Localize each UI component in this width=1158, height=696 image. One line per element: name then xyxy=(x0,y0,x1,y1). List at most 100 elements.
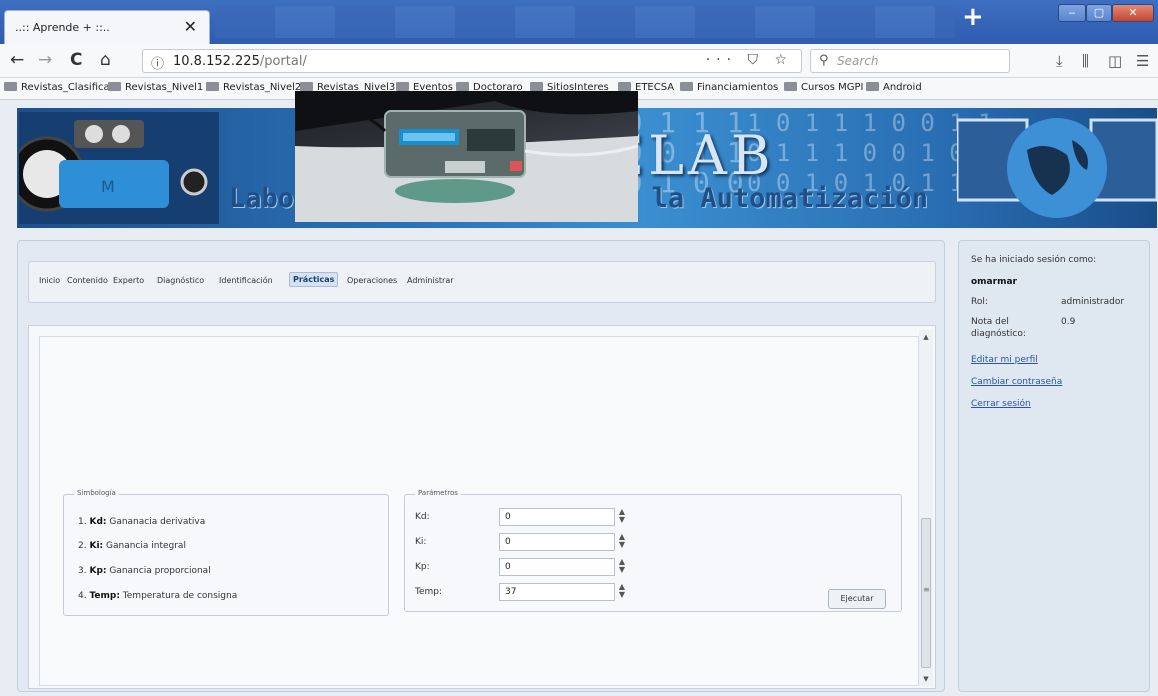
search-icon: ⚲ xyxy=(819,53,829,68)
menu-item-identificacion[interactable]: Identificación xyxy=(219,276,273,285)
menu-item-practicas[interactable]: Prácticas xyxy=(289,272,339,287)
svg-text:M: M xyxy=(101,177,115,196)
param-temp-input[interactable]: 37 xyxy=(499,583,615,601)
device-illustration xyxy=(295,91,638,222)
param-kp-spinner-icon[interactable]: ▲ ▼ xyxy=(617,558,627,576)
menu-item-contenido[interactable]: Contenido xyxy=(67,276,108,285)
forward-arrow-icon[interactable]: → xyxy=(38,50,52,70)
folder-icon xyxy=(618,82,631,91)
library-icon[interactable]: ⫼ xyxy=(1082,52,1089,70)
menu-item-administrar[interactable]: Administrar xyxy=(407,276,454,285)
menu-icon[interactable]: ☰ xyxy=(1136,52,1149,70)
back-arrow-icon[interactable]: ← xyxy=(10,50,24,70)
maximize-window-button[interactable]: ▢ xyxy=(1086,4,1112,22)
minimize-window-button[interactable]: ‒ xyxy=(1058,4,1086,22)
change-password-link[interactable]: Cambiar contraseña xyxy=(971,377,1062,387)
symbol-ki: 2. Ki: Ganancia integral xyxy=(78,541,186,551)
folder-icon xyxy=(396,82,409,91)
url-path: /portal/ xyxy=(259,54,307,69)
symbol-temp: 4. Temp: Temperatura de consigna xyxy=(78,591,238,601)
param-temp-spinner-icon[interactable]: ▲ ▼ xyxy=(617,583,627,601)
grade-label-line2: diagnóstico: xyxy=(971,329,1026,339)
param-kd-value: 0 xyxy=(505,512,511,522)
bookmark-android[interactable]: Android xyxy=(866,82,922,93)
param-kd-label: Kd: xyxy=(415,512,430,522)
scroll-up-arrow-icon[interactable]: ▲ xyxy=(919,330,933,344)
folder-icon xyxy=(108,82,121,91)
param-ki-label: Ki: xyxy=(415,537,427,547)
folder-icon xyxy=(4,82,17,91)
sidebar-icon[interactable]: ◫ xyxy=(1108,52,1122,70)
bookmark-revistas-nivel2[interactable]: Revistas_Nivel2 xyxy=(206,82,301,93)
menu-item-experto[interactable]: Experto xyxy=(113,276,144,285)
folder-icon xyxy=(866,82,879,91)
browser-tab[interactable]: ..:: Aprende + ::.. ✕ xyxy=(4,10,210,44)
param-kd-input[interactable]: 0 xyxy=(499,508,615,526)
ejecutar-button[interactable]: Ejecutar xyxy=(828,589,886,609)
tab-strip-background xyxy=(215,6,955,38)
param-kp-label: Kp: xyxy=(415,562,430,572)
bookmark-cursos-mgpi[interactable]: Cursos MGPI xyxy=(784,82,864,93)
home-icon[interactable]: ⌂ xyxy=(100,50,111,70)
menu-item-diagnostico[interactable]: Diagnóstico xyxy=(157,276,204,285)
new-tab-icon[interactable]: + xyxy=(962,2,984,32)
main-menu: Inicio Contenido Experto Diagnóstico Ide… xyxy=(28,261,936,303)
param-ki-input[interactable]: 0 xyxy=(499,533,615,551)
param-kp-input[interactable]: 0 xyxy=(499,558,615,576)
page-actions-icons[interactable]: ··· ⛉ ☆ xyxy=(706,52,793,68)
search-input[interactable]: ⚲ Search xyxy=(810,49,1010,73)
bookmark-revistas-clasificar[interactable]: Revistas_Clasificar xyxy=(4,82,114,93)
reload-icon[interactable]: C xyxy=(70,50,82,70)
session-status: Se ha iniciado sesión como: xyxy=(971,255,1097,265)
param-ki-value: 0 xyxy=(505,537,511,547)
vertical-scrollbar[interactable]: ▲ ≡ ▼ xyxy=(919,330,933,686)
param-ki-spinner-icon[interactable]: ▲ ▼ xyxy=(617,533,627,551)
role-value: administrador xyxy=(1061,297,1125,307)
session-username: omarmar xyxy=(971,277,1017,287)
logout-link[interactable]: Cerrar sesión xyxy=(971,399,1031,409)
folder-icon xyxy=(456,82,469,91)
symbol-kd: 1. Kd: Gananacia derivativa xyxy=(78,517,206,527)
globe-monitors-image xyxy=(957,118,1157,218)
folder-icon xyxy=(784,82,797,91)
device-camera-image xyxy=(295,91,638,222)
search-placeholder: Search xyxy=(837,54,879,68)
folder-icon xyxy=(680,82,693,91)
role-label: Rol: xyxy=(971,297,988,307)
folder-icon xyxy=(206,82,219,91)
main-panel: Inicio Contenido Experto Diagnóstico Ide… xyxy=(17,240,945,692)
grade-label-line1: Nota del xyxy=(971,317,1009,327)
menu-item-inicio[interactable]: Inicio xyxy=(39,276,60,285)
robot-image: M xyxy=(19,112,219,224)
menu-item-operaciones[interactable]: Operaciones xyxy=(347,276,397,285)
url-bar[interactable]: ⓘ 10.8.152.225/portal/ ··· ⛉ ☆ xyxy=(142,49,802,73)
simbologia-legend: Simbología xyxy=(74,489,119,497)
url-host: 10.8.152.225 xyxy=(173,54,260,69)
param-kd-spinner-icon[interactable]: ▲ ▼ xyxy=(617,508,627,526)
browser-title-bar: ..:: Aprende + ::.. ✕ + ‒ ▢ ✕ xyxy=(0,0,1158,44)
simbologia-fieldset: Simbología 1. Kd: Gananacia derivativa 2… xyxy=(63,489,389,616)
grade-value: 0.9 xyxy=(1061,317,1076,327)
symbol-kp: 3. Kp: Ganancia proporcional xyxy=(78,566,211,576)
navigation-toolbar: ← → C ⌂ ⓘ 10.8.152.225/portal/ ··· ⛉ ☆ ⚲… xyxy=(0,44,1158,78)
close-tab-icon[interactable]: ✕ xyxy=(184,17,197,36)
url-text: 10.8.152.225/portal/ xyxy=(173,54,307,69)
close-window-button[interactable]: ✕ xyxy=(1112,4,1154,22)
bookmark-financiamientos[interactable]: Financiamientos xyxy=(680,82,778,93)
downloads-icon[interactable]: ⤓ xyxy=(1056,52,1063,70)
tab-title: ..:: Aprende + ::.. xyxy=(15,21,110,34)
scrollbar-thumb[interactable]: ≡ xyxy=(921,518,931,668)
param-kp-value: 0 xyxy=(505,562,511,572)
folder-icon xyxy=(300,82,313,91)
browser-window: ..:: Aprende + ::.. ✕ + ‒ ▢ ✕ ← → C ⌂ ⓘ … xyxy=(0,0,1158,696)
bookmark-revistas-nivel1[interactable]: Revistas_Nivel1 xyxy=(108,82,203,93)
folder-icon xyxy=(530,82,543,91)
site-info-icon[interactable]: ⓘ xyxy=(151,53,164,72)
scroll-down-arrow-icon[interactable]: ▼ xyxy=(919,672,933,686)
parametros-legend: Parámetros xyxy=(415,489,461,497)
param-temp-value: 37 xyxy=(505,587,517,597)
session-panel: Se ha iniciado sesión como: omarmar Rol:… xyxy=(958,240,1150,692)
edit-profile-link[interactable]: Editar mi perfil xyxy=(971,355,1038,365)
grip-icon: ≡ xyxy=(923,585,930,594)
param-temp-label: Temp: xyxy=(415,587,443,597)
